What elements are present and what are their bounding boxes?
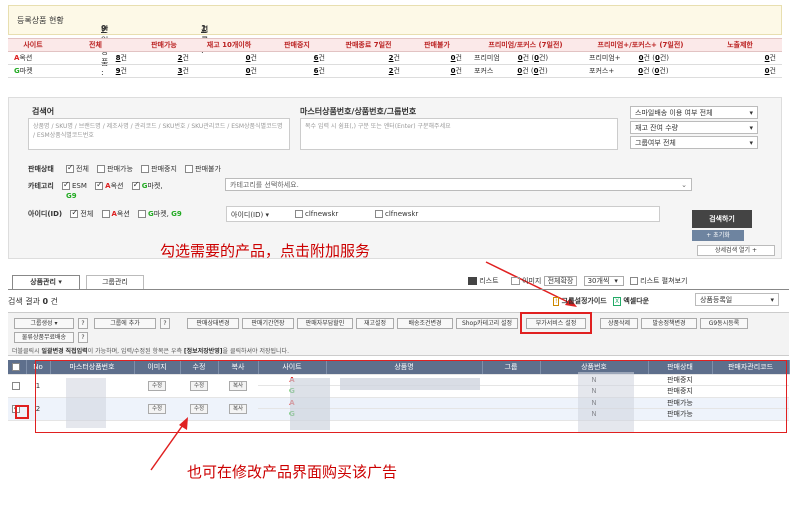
cat-g9-label: G9 [66,192,77,200]
sale-status-row: 판매상태 전체 판매가능 판매중지 판매불가 [28,163,227,174]
guide-icon: ! [553,297,560,306]
stats-header-row: 사이트 전체 판매가능 재고 10개이하 판매중지 판매종료 7일전 판매불가 프리미엄/포커… [8,38,782,52]
stock-select[interactable]: 재고 잔여 수량 ▾ [630,121,758,134]
extend-period-button[interactable]: 판매기간연장 [242,318,294,329]
stats-row-auction: A옥션 8건 2건 0건 6건 2건 0건 프리미엄 0건 (0건) 프리미엄+ 0… [8,51,782,65]
master-label: 마스터상품번호/상품번호/그룹번호 [300,107,417,116]
cat-auction-checkbox[interactable] [95,180,104,190]
tab-group-management[interactable]: 그룹관리 [86,275,144,289]
help-icon[interactable]: ? [160,318,170,329]
cat-gmarket-checkbox[interactable] [131,180,140,190]
search-button[interactable]: 검색하기 [692,210,752,228]
detail-search-toggle[interactable]: 상세검색 열기 + [697,245,775,256]
list-expand-checkbox[interactable] [630,277,639,285]
shop-category-button[interactable]: Shop카테고리 설정 [456,318,518,329]
add-to-group-button[interactable]: 그룹에 추가 [94,318,156,329]
status-all-checkbox[interactable] [66,163,74,173]
help-icon[interactable]: ? [78,332,88,343]
stock-setting-button[interactable]: 재고설정 [356,318,394,329]
checkbox-highlight [15,405,29,419]
smile-delivery-select[interactable]: 스마일배송 이용 여부 전체 ▾ [630,106,758,119]
id1-checkbox[interactable] [295,210,303,218]
status-stopped-checkbox[interactable] [141,165,150,173]
select-all-checkbox[interactable] [11,362,20,371]
page-size-select[interactable]: 30개씩 [583,276,625,286]
id-row: 아이디(ID) 전체 A옥션 G마켓, G9 [28,208,188,219]
sort-select[interactable]: 상품등록일 ▾ [695,293,779,306]
keyword-label: 검색어 [32,107,55,116]
site-stats-table: 사이트 전체 판매가능 재고 10개이하 판매중지 판매종료 7일전 판매불가 프리미엄/포커… [8,38,782,78]
result-count: 검색 결과 0 건 [8,297,59,306]
status-blocked-checkbox[interactable] [185,165,194,173]
image-view-icon[interactable] [510,277,520,285]
registration-summary: 등록상품 현황 단일상품 : 9건 그룹 : 1건 [8,5,782,77]
shipping-policy-button[interactable]: 발송정책변경 [641,318,697,329]
id-auction-checkbox[interactable] [101,210,110,218]
reset-button[interactable]: + 초기화 [692,230,744,241]
group-guide-link[interactable]: 그룹설정가이드 [562,297,607,305]
arrow-down-right-icon [485,261,577,307]
help-icon[interactable]: ? [78,318,88,329]
expand-button[interactable]: 전체확장 [543,276,578,286]
seller-discount-button[interactable]: 판매자부담할인 [297,318,353,329]
group-select[interactable]: 그룹여부 전체 ▾ [630,136,758,149]
excel-icon: X [612,297,622,306]
keyword-textarea[interactable]: 상품명 / SKU명 / 브랜드명 / 제조사명 / 관리코드 / SKU번호 … [28,118,290,150]
view-controls: 리스트 이미지 전체확장 30개씩 ▾ 리스트 펼쳐보기 [468,276,687,286]
group-create-button[interactable]: 그룹생성 ▾ [14,318,74,329]
id-type-select[interactable]: 아이디(ID) ▾ [231,210,269,220]
list-view-icon[interactable] [468,277,477,285]
cat-esm-checkbox[interactable] [62,180,70,190]
g9-register-button[interactable]: G9동시등록 [700,318,748,329]
category-row: 카테고리 ESM A옥션 G마켓, [28,180,169,191]
category-select[interactable]: 카테고리를 선택하세요. ⌄ [225,178,692,191]
id2-checkbox[interactable] [375,210,383,218]
highlight-box [520,312,592,334]
row-checkbox[interactable] [12,381,20,390]
id-gmarket-checkbox[interactable] [138,210,147,218]
id-select-box: 아이디(ID) ▾ clfnewskr clfnewskr [226,206,660,222]
tab-product-management[interactable]: 상품관리 ▾ [12,275,80,289]
annotation-bottom: 也可在修改产品界面购买该广告 [187,463,398,481]
stats-row-gmarket: G마켓 9건 3건 0건 6건 2건 0건 포커스 0건 (0건) 포커스+ 0건 … [8,64,782,78]
delete-product-button[interactable]: 상품삭제 [600,318,638,329]
summary-title: 등록상품 현황 [17,16,64,25]
change-status-button[interactable]: 판매상태변경 [187,318,239,329]
free-shipping-button[interactable]: 물류상품무료배송 [14,332,74,343]
excel-download-button[interactable]: 엑셀다운 [623,297,649,305]
edit-hint: 더블클릭시 일괄변경 직접입력이 가능하며, 입력/수정된 항목은 우측 [정보… [12,348,289,355]
annotation-top: 勾选需要的产品，点击附加服务 [160,242,371,260]
status-available-checkbox[interactable] [97,165,106,173]
master-number-textarea[interactable]: 복수 입력 시 쉼표(,) 구분 또는 엔터(Enter) 구분해주세요 [300,118,618,150]
shipping-change-button[interactable]: 배송조건변경 [397,318,453,329]
id-all-checkbox[interactable] [70,208,79,218]
